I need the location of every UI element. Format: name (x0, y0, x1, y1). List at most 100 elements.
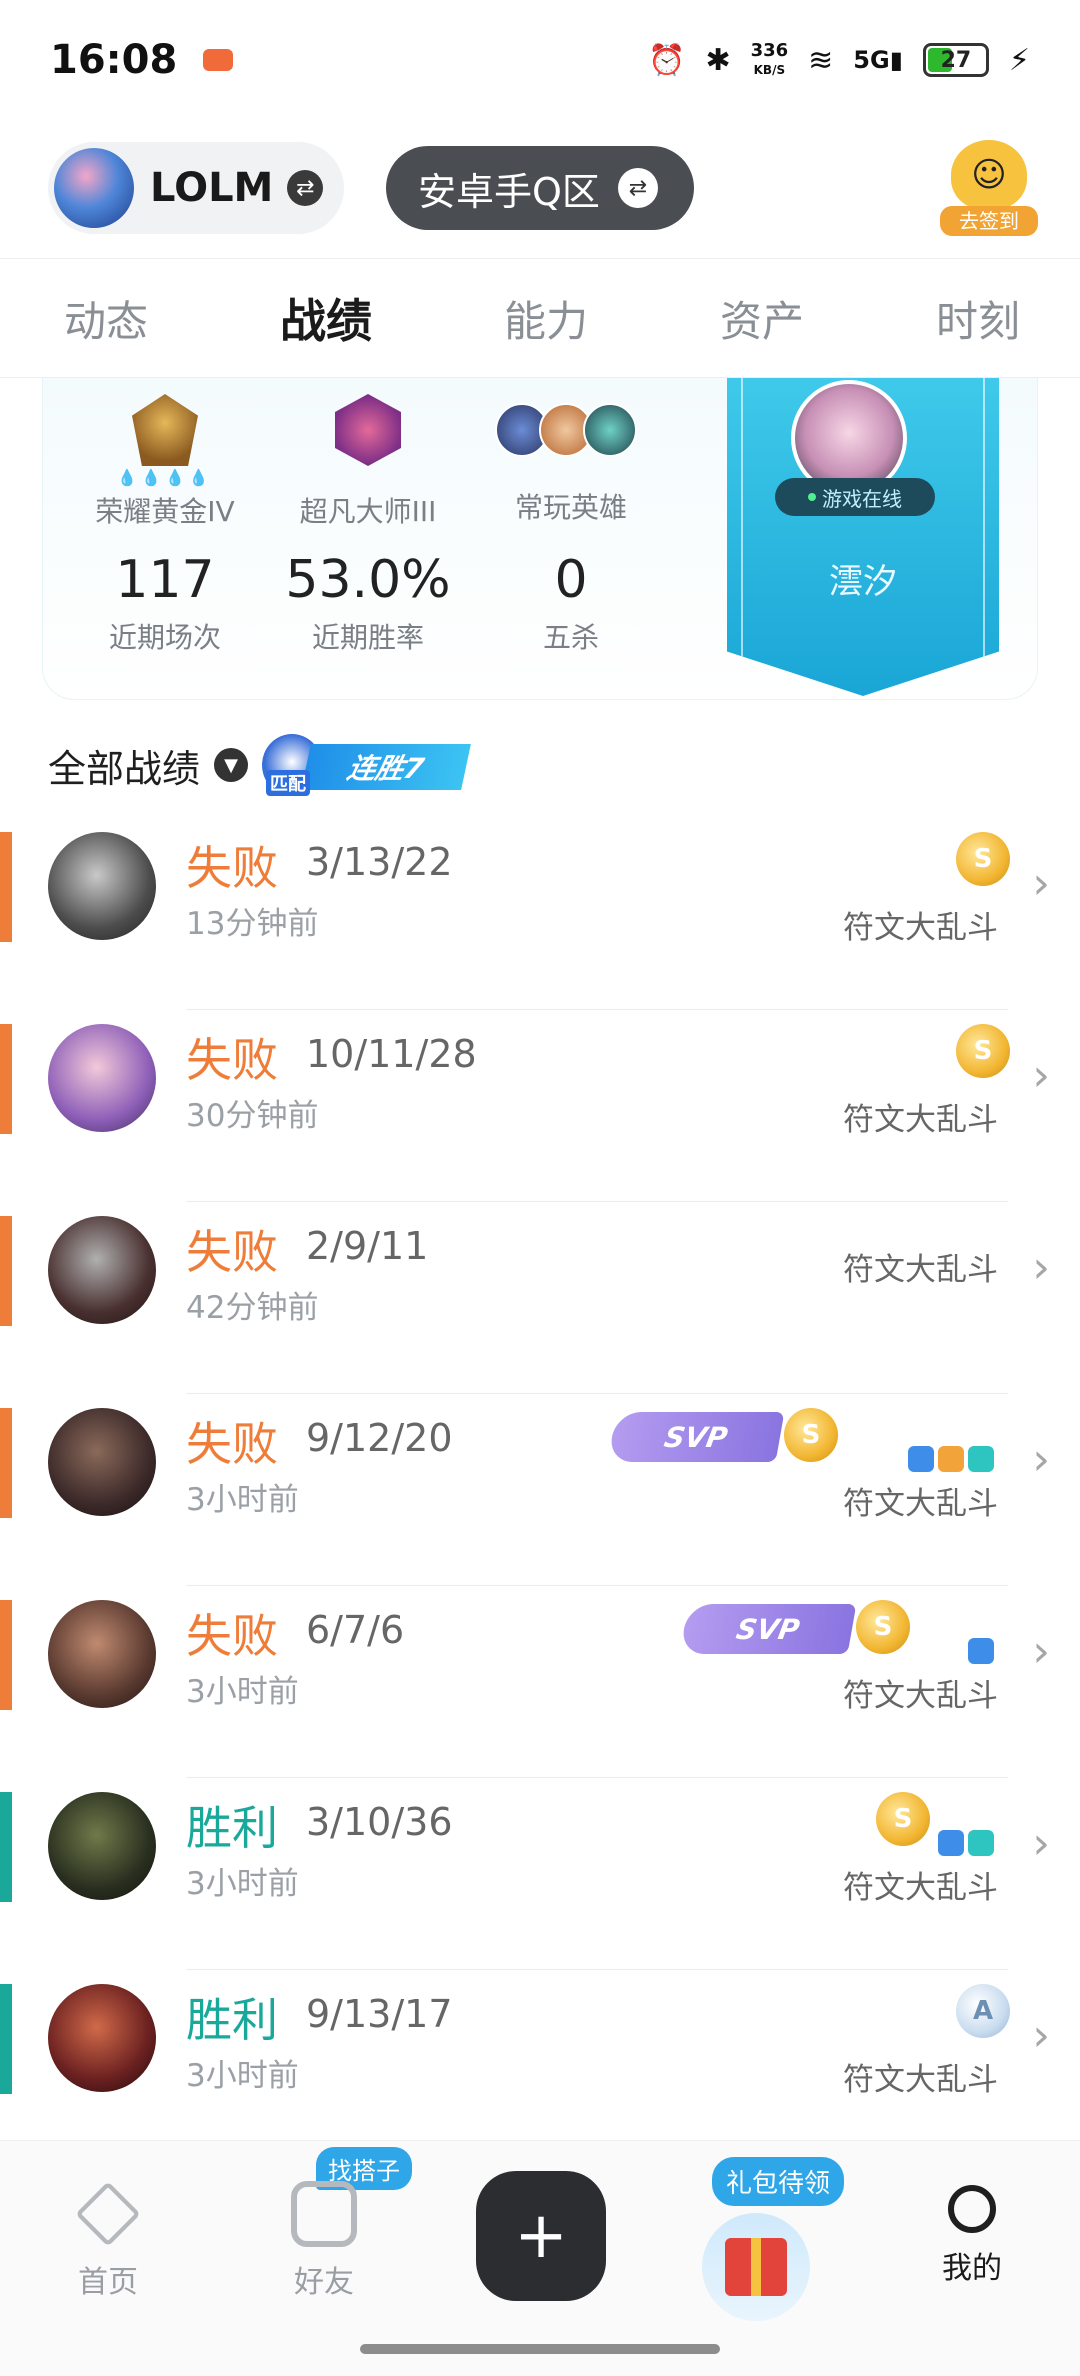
rank-flex-spacer (268, 468, 468, 488)
user-profile-icon (948, 2185, 996, 2233)
home-indicator[interactable] (360, 2344, 720, 2354)
champion-avatar (48, 832, 156, 940)
champion-avatar (48, 1216, 156, 1324)
match-time: 3小时前 (186, 1866, 299, 1902)
network-speed-value: 336 (750, 39, 789, 61)
records-filter-label[interactable]: 全部战绩 (48, 738, 200, 793)
record-row[interactable]: 失败 2/9/11 42分钟前 符文大乱斗 › (0, 1202, 1080, 1394)
match-time: 3小时前 (186, 1482, 299, 1518)
signin-mascot-icon: ☺ (951, 140, 1027, 210)
match-kda: 3/10/36 (306, 1800, 453, 1844)
record-row[interactable]: 胜利 3/10/36 3小时前 S 符文大乱斗 › (0, 1778, 1080, 1970)
game-switch-button[interactable]: LOLM ⇄ (48, 142, 344, 234)
rank-solo[interactable]: 💧💧💧💧 荣耀黄金IV (65, 394, 265, 530)
profile-tabs: 动态 战绩 能力 资产 时刻 (0, 258, 1080, 378)
tab-assets[interactable]: 资产 (720, 288, 804, 349)
match-result: 失败 (186, 841, 278, 895)
match-result: 失败 (186, 1225, 278, 1279)
match-result: 胜利 (186, 1801, 278, 1855)
chevron-right-icon: › (1032, 1626, 1050, 1677)
chevron-right-icon: › (1032, 2010, 1050, 2061)
tab-ability[interactable]: 能力 (504, 288, 588, 349)
stat-games: 117 近期场次 (65, 550, 265, 656)
match-time: 3小时前 (186, 2058, 299, 2094)
home-icon (75, 2181, 141, 2247)
chevron-right-icon: › (1032, 1242, 1050, 1293)
match-kda: 10/11/28 (306, 1032, 477, 1076)
heal-badge-icon (968, 1830, 994, 1856)
match-result: 胜利 (186, 1993, 278, 2047)
signal-label: 5G (853, 46, 890, 74)
match-time: 42分钟前 (186, 1290, 319, 1326)
tab-records[interactable]: 战绩 (280, 285, 372, 351)
gift-box-icon (725, 2238, 787, 2296)
nav-friends-label: 好友 (294, 2265, 354, 2300)
rank-solo-label: 荣耀黄金IV (95, 495, 235, 528)
record-row[interactable]: 失败 10/11/28 30分钟前 S 符文大乱斗 › (0, 1010, 1080, 1202)
hero-avatar (583, 403, 637, 457)
match-kda: 9/12/20 (306, 1416, 453, 1460)
tab-activity[interactable]: 动态 (64, 288, 148, 349)
region-switch-button[interactable]: 安卓手Q区 ⇄ (386, 146, 694, 230)
rating-coin-icon: S (876, 1792, 930, 1846)
tab-moments[interactable]: 时刻 (936, 288, 1020, 349)
nav-home-label: 首页 (78, 2265, 138, 2300)
chevron-down-icon[interactable]: ▼ (214, 748, 249, 782)
rating-coin-icon: S (856, 1600, 910, 1654)
gold-rank-icon (132, 394, 198, 466)
alarm-icon: ⏰ (648, 42, 686, 78)
result-indicator-bar (0, 1984, 12, 2094)
profile-banner[interactable]: 游戏在线 澐汐 (727, 378, 999, 696)
match-mode: 符文大乱斗 (843, 1486, 998, 1522)
nav-friends[interactable]: 找搭子 好友 (254, 2147, 412, 2301)
record-list: 失败 3/13/22 13分钟前 S 符文大乱斗 › 失败 10/11/28 3… (0, 818, 1080, 2162)
wifi-icon: ≋ (808, 42, 834, 78)
status-bar: 16:08 ⏰ ✱ 336 KB/S ≋ 5G▮ 27 ⚡ (0, 0, 1080, 120)
record-row[interactable]: 胜利 9/13/17 3小时前 A 符文大乱斗 › (0, 1970, 1080, 2162)
record-row[interactable]: 失败 9/12/20 3小时前 SVP S 符文大乱斗 › (0, 1394, 1080, 1586)
gold-badge-icon (938, 1446, 964, 1472)
region-label: 安卓手Q区 (418, 169, 600, 214)
swap-icon: ⇄ (287, 170, 324, 206)
gift-pending-tag[interactable]: 礼包待领 (712, 2157, 845, 2206)
network-speed: 336 KB/S (750, 39, 789, 79)
game-name: LOLM (150, 165, 274, 211)
match-time: 30分钟前 (186, 1098, 319, 1134)
stat-games-label: 近期场次 (108, 621, 221, 654)
status-time: 16:08 (50, 37, 178, 83)
match-result: 失败 (186, 1417, 278, 1471)
signin-button[interactable]: ☺ 去签到 (940, 140, 1038, 236)
champion-avatar (48, 1984, 156, 2092)
online-status-text: 游戏在线 (822, 486, 902, 511)
create-post-button[interactable]: + (476, 2171, 606, 2301)
rank-flex[interactable]: 超凡大师III (268, 394, 468, 530)
stat-pentakills-value: 0 (554, 550, 588, 610)
result-indicator-bar (0, 1792, 12, 1902)
nav-me[interactable]: 我的 (902, 2181, 1042, 2287)
win-streak-badge: 连胜7 匹配 (262, 734, 471, 796)
gift-button[interactable] (702, 2213, 810, 2321)
achievement-badges (908, 1446, 994, 1472)
rating-coin-icon: S (784, 1408, 838, 1462)
result-indicator-bar (0, 832, 12, 942)
result-indicator-bar (0, 1600, 12, 1710)
chevron-right-icon: › (1032, 1434, 1050, 1485)
result-indicator-bar (0, 1024, 12, 1134)
match-time: 13分钟前 (186, 906, 319, 942)
stat-winrate-label: 近期胜率 (311, 621, 424, 654)
champion-avatar (48, 1792, 156, 1900)
stats-card: 💧💧💧💧 荣耀黄金IV 超凡大师III 常玩英雄 117 近期场次 53.0% … (42, 378, 1038, 700)
signal-icon: 5G▮ (853, 46, 903, 74)
match-mode: 符文大乱斗 (843, 1252, 998, 1288)
streak-mode: 匹配 (266, 770, 311, 796)
streak-banner: 连胜7 (301, 744, 471, 790)
chat-bubble-icon (291, 2181, 357, 2247)
frequent-heroes[interactable]: 常玩英雄 (471, 394, 671, 526)
record-row[interactable]: 失败 6/7/6 3小时前 SVP S 符文大乱斗 › (0, 1586, 1080, 1778)
online-status-badge: 游戏在线 (775, 478, 935, 516)
record-row[interactable]: 失败 3/13/22 13分钟前 S 符文大乱斗 › (0, 818, 1080, 1010)
nav-home[interactable]: 首页 (38, 2181, 178, 2301)
rating-coin-icon: S (956, 1024, 1010, 1078)
rune-badge-icon (968, 1638, 994, 1664)
match-mode: 符文大乱斗 (843, 2062, 998, 2098)
